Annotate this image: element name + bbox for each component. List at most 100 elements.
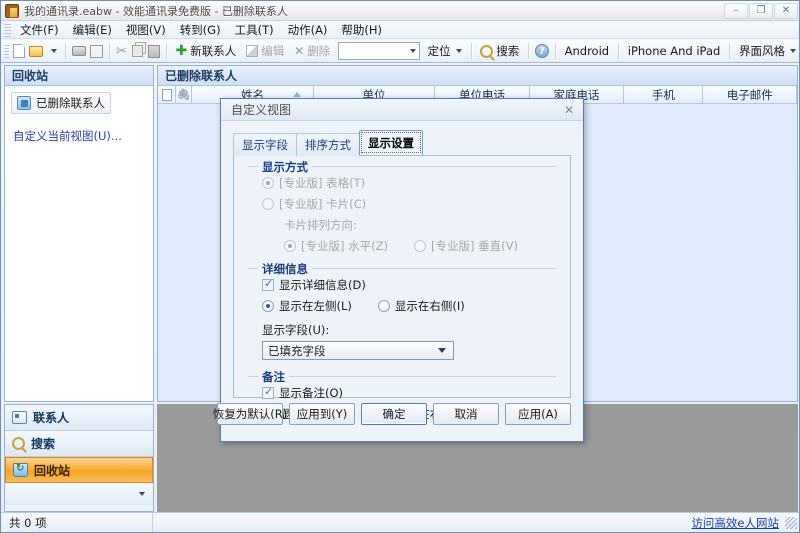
open-folder-icon[interactable]: [28, 42, 44, 61]
radio-card-vertical-label: [专业版] 垂直(V): [430, 239, 518, 253]
left-nav: 联系人 搜索 回收站: [4, 404, 154, 512]
menu-drag-handle[interactable]: [4, 23, 11, 37]
menu-item-help[interactable]: 帮助(H): [334, 21, 389, 39]
restore-defaults-button[interactable]: 恢复为默认(R): [213, 402, 287, 425]
status-count: 共 0 项: [1, 513, 153, 532]
radio-card-horizontal-label: [专业版] 水平(Z): [301, 239, 388, 253]
sidebar-item-contacts[interactable]: 联系人: [5, 405, 153, 431]
locate-button[interactable]: 定位: [423, 42, 467, 61]
toolbar-separator: [65, 43, 66, 59]
sidebar-item-search[interactable]: 搜索: [5, 431, 153, 457]
title-bar: 我的通讯录.eabw - 效能通讯录免费版 - 已删除联系人 – ❐ ✕: [1, 1, 799, 21]
attachment-icon: 🖇: [176, 88, 191, 101]
sidebar-item-recycle-bin[interactable]: 回收站: [5, 457, 153, 483]
status-bar: 共 0 项 访问高效e人网站: [1, 512, 799, 532]
nav-overflow-area[interactable]: [5, 483, 153, 505]
menu-item-tools[interactable]: 工具(T): [228, 21, 281, 39]
toolbar-separator: [470, 43, 472, 59]
new-contact-label: 新联系人: [190, 44, 237, 58]
menu-item-file[interactable]: 文件(F): [13, 21, 66, 39]
iphone-ipad-button[interactable]: iPhone And iPad: [623, 42, 726, 61]
search-icon: [480, 44, 494, 58]
chevron-down-icon: [789, 49, 796, 53]
ok-button[interactable]: 确定: [361, 402, 427, 425]
deleted-contacts-item[interactable]: 已删除联系人: [11, 92, 111, 114]
window-controls: – ❐ ✕: [723, 2, 799, 20]
radio-row-card[interactable]: [专业版] 卡片(C): [262, 196, 556, 212]
website-link[interactable]: 访问高效e人网站: [691, 515, 779, 531]
detail-position-row: 显示在左侧(L) 显示在右侧(I): [262, 298, 556, 314]
copy-icon[interactable]: [131, 42, 145, 61]
open-folder-dropdown-icon[interactable]: [46, 42, 60, 61]
apply-to-button[interactable]: 应用到(Y): [289, 402, 355, 425]
menu-item-goto[interactable]: 转到(G): [173, 21, 228, 39]
address-book-icon: [5, 3, 19, 18]
toolbar-drag-handle[interactable]: [4, 44, 9, 58]
delete-button[interactable]: ✕ 删除: [289, 42, 335, 61]
card-direction-label-row: 卡片排列方向:: [284, 217, 556, 233]
apply-button[interactable]: 应用(A): [505, 402, 571, 425]
edit-button[interactable]: 编辑: [241, 42, 289, 61]
minimize-button[interactable]: –: [724, 2, 748, 19]
column-header-mobile[interactable]: 手机: [624, 86, 704, 104]
radio-card-label: [专业版] 卡片(C): [279, 197, 367, 211]
display-field-label-row: 显示字段(U):: [262, 322, 556, 338]
window-title: 我的通讯录.eabw - 效能通讯录免费版 - 已删除联系人: [24, 4, 288, 18]
cut-icon[interactable]: ✂: [114, 42, 128, 61]
dialog-buttons: 恢复为默认(R) 应用到(Y) 确定 取消 应用(A): [213, 399, 583, 441]
print-icon[interactable]: [71, 42, 87, 61]
resize-grip-icon[interactable]: [785, 516, 797, 529]
display-field-label: 显示字段(U):: [262, 323, 330, 337]
tab-sort-order[interactable]: 排序方式: [296, 133, 360, 156]
new-contact-button[interactable]: ✚ 新联系人: [171, 42, 242, 61]
radio-card[interactable]: [262, 198, 274, 210]
maximize-button[interactable]: ❐: [749, 2, 773, 19]
menu-item-view[interactable]: 视图(V): [119, 21, 173, 39]
checkbox-show-detail[interactable]: [262, 277, 274, 291]
radio-row-table[interactable]: [专业版] 表格(T): [262, 175, 556, 191]
ui-style-button[interactable]: 界面风格: [734, 42, 799, 61]
customize-current-view-link[interactable]: 自定义当前视图(U)...: [13, 128, 153, 144]
android-button[interactable]: Android: [560, 42, 614, 61]
radio-card-vertical[interactable]: [413, 240, 426, 252]
cancel-button[interactable]: 取消: [433, 402, 499, 425]
checkbox-show-remarks[interactable]: [262, 385, 274, 399]
column-header-attachment[interactable]: 🖇: [176, 86, 193, 104]
search-button[interactable]: 搜索: [475, 42, 524, 61]
customize-view-dialog: 自定义视图 ✕ 显示字段 排序方式 显示设置 显示方式 [专业版] 表格(T): [213, 98, 584, 442]
display-field-combo[interactable]: 已填充字段: [262, 341, 454, 360]
document-icon: [161, 88, 172, 101]
sidebar-item-label: 搜索: [31, 437, 56, 451]
card-direction-options-row: [专业版] 水平(Z) [专业版] 垂直(V): [284, 238, 556, 254]
menu-item-edit[interactable]: 编辑(E): [66, 21, 119, 39]
tab-display-settings[interactable]: 显示设置: [359, 130, 423, 155]
chevron-down-icon: [438, 348, 446, 353]
radio-table[interactable]: [262, 177, 274, 189]
radio-card-horizontal[interactable]: [284, 240, 296, 252]
sort-ascending-icon: [292, 92, 301, 97]
dialog-close-icon[interactable]: ✕: [561, 103, 577, 117]
radio-detail-left[interactable]: [262, 300, 274, 312]
radio-detail-left-label: 显示在左侧(L): [279, 299, 352, 313]
chevron-down-icon[interactable]: [139, 492, 145, 496]
close-button[interactable]: ✕: [774, 2, 798, 19]
radio-detail-right[interactable]: [377, 300, 390, 312]
ui-style-label: 界面风格: [738, 44, 785, 58]
column-header-document[interactable]: [158, 86, 177, 104]
toolbar-separator: [729, 43, 730, 59]
toolbar-filter-combo[interactable]: [338, 42, 420, 60]
pencil-icon: [246, 45, 259, 57]
x-icon: ✕: [294, 44, 305, 58]
new-document-icon[interactable]: [12, 42, 26, 61]
menu-item-actions[interactable]: 动作(A): [281, 21, 335, 39]
tab-display-fields[interactable]: 显示字段: [233, 133, 297, 156]
help-icon[interactable]: ?: [534, 42, 550, 61]
left-panel: 回收站 已删除联系人 自定义当前视图(U)...: [4, 65, 154, 402]
print-preview-icon[interactable]: [89, 42, 104, 61]
paste-icon[interactable]: [147, 42, 161, 61]
left-panel-header: 回收站: [5, 66, 153, 86]
column-header-email[interactable]: 电子邮件: [703, 86, 798, 104]
checkbox-row-show-detail[interactable]: 显示详细信息(D): [262, 277, 556, 293]
group-detail-info-title: 详细信息: [258, 261, 312, 277]
toolbar-separator: [554, 43, 556, 59]
